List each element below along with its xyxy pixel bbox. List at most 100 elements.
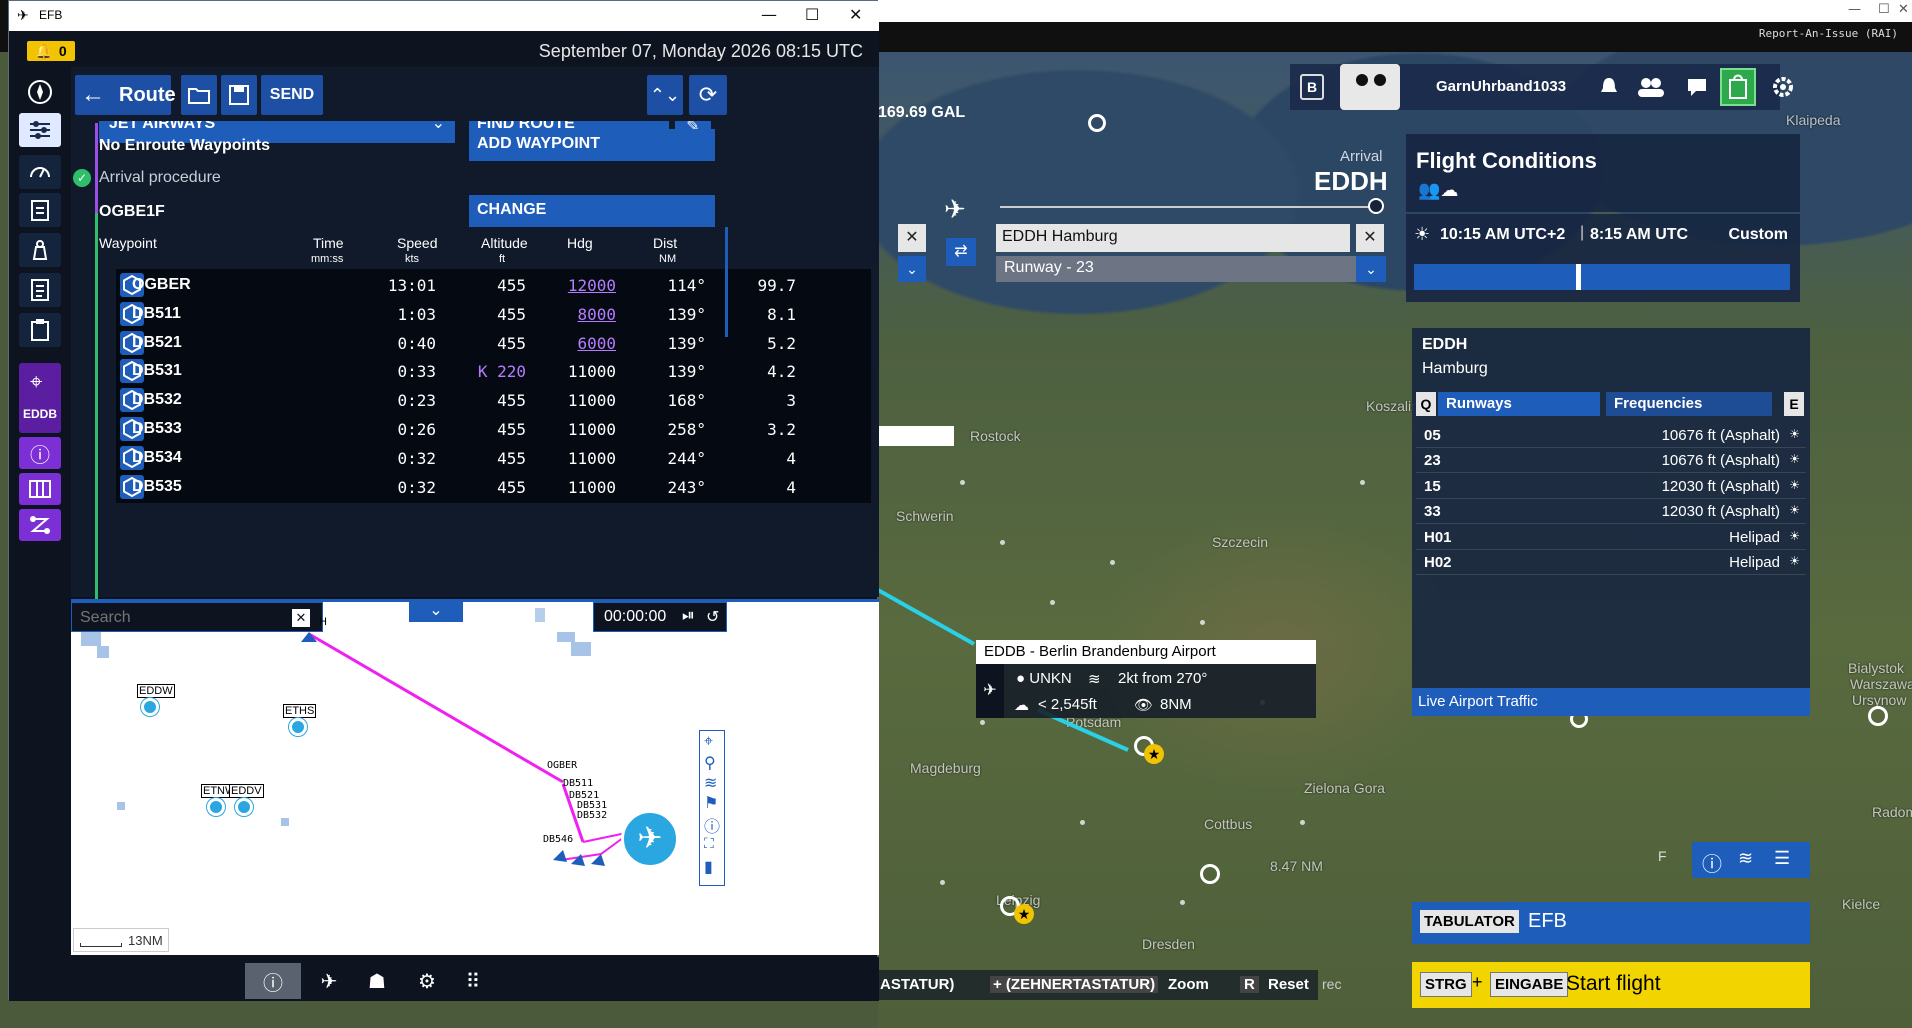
key-e[interactable]: E bbox=[1784, 392, 1804, 416]
map-route-svg bbox=[81, 608, 632, 866]
chart-icon[interactable]: ▮ bbox=[704, 857, 713, 877]
airport-marker-icon[interactable] bbox=[1088, 114, 1106, 132]
table-row[interactable]: DB531 0:33 K 220 11000 139° 4.2 bbox=[116, 355, 871, 388]
route-icon[interactable]: ⚲ bbox=[704, 753, 716, 773]
alert-badge[interactable]: 🔔 0 bbox=[27, 41, 75, 61]
chevron-down-icon[interactable]: ⌄ bbox=[1356, 256, 1386, 282]
map-search-input[interactable] bbox=[80, 607, 280, 629]
airport-marker-icon[interactable] bbox=[141, 698, 159, 716]
chevron-down-icon[interactable]: ⌄ bbox=[409, 602, 463, 622]
shop-icon[interactable] bbox=[1720, 68, 1756, 106]
table-scrollbar[interactable] bbox=[725, 227, 728, 337]
close-icon[interactable]: ✕ bbox=[849, 5, 862, 24]
runway-row[interactable]: 15 12030 ft (Asphalt) ☀ bbox=[1416, 475, 1806, 499]
airport-marker-icon[interactable] bbox=[1868, 706, 1888, 726]
settings-lines-icon[interactable]: ☰ bbox=[1774, 848, 1790, 869]
pin-icon[interactable]: ⚑ bbox=[704, 793, 718, 813]
tab-frequencies-label: Frequencies bbox=[1614, 395, 1703, 412]
clear-search-icon[interactable]: ✕ bbox=[292, 609, 310, 627]
back-button[interactable]: ← Route bbox=[75, 75, 176, 115]
sidebar-item-eddb[interactable]: ⌖ EDDB bbox=[19, 363, 61, 433]
start-flight-button[interactable]: STRG + EINGABE Start flight bbox=[1412, 962, 1810, 1008]
info-icon[interactable]: ⓘ bbox=[245, 963, 301, 999]
clipboard-icon[interactable] bbox=[19, 313, 61, 347]
runway-row[interactable]: 33 12030 ft (Asphalt) ☀ bbox=[1416, 500, 1806, 525]
gauge-icon[interactable] bbox=[19, 155, 61, 189]
layers-icon[interactable]: ≋ bbox=[704, 773, 717, 793]
badge-b[interactable]: B bbox=[1300, 74, 1324, 100]
airport-marker-icon[interactable] bbox=[289, 718, 307, 736]
table-row[interactable]: OGBER 13:01 455 12000 114° 99.7 bbox=[116, 269, 871, 301]
map-icon[interactable] bbox=[19, 473, 61, 505]
clear-arrival-icon[interactable]: ✕ bbox=[1356, 224, 1384, 252]
layers-icon[interactable]: ≋ bbox=[1738, 848, 1753, 869]
compass-icon[interactable] bbox=[19, 75, 61, 109]
checklist-icon[interactable] bbox=[19, 193, 61, 227]
map-search-box[interactable]: ✕ bbox=[71, 602, 323, 632]
aircraft-icon[interactable]: ✈ bbox=[621, 810, 679, 868]
expand-icon[interactable]: ⛶ bbox=[704, 835, 714, 852]
runway-row[interactable]: 23 10676 ft (Asphalt) ☀ bbox=[1416, 449, 1806, 474]
table-row[interactable]: DB535 0:32 455 11000 243° 4 bbox=[116, 470, 871, 503]
folder-icon[interactable] bbox=[181, 75, 217, 115]
airport-tooltip-title[interactable]: EDDB - Berlin Brandenburg Airport bbox=[976, 640, 1316, 664]
save-icon[interactable] bbox=[221, 75, 257, 115]
sim-maximize-icon[interactable]: ☐ bbox=[1878, 2, 1890, 17]
route-nodes-icon[interactable] bbox=[19, 509, 61, 541]
add-waypoint-button[interactable]: ADD WAYPOINT bbox=[469, 129, 715, 161]
tabulator-efb-button[interactable]: TABULATOR EFB bbox=[1412, 902, 1810, 944]
table-row[interactable]: DB521 0:40 455 6000 139° 5.2 bbox=[116, 326, 871, 359]
chevron-down-icon[interactable]: ⌄ bbox=[898, 256, 926, 282]
timer-box[interactable]: 00:00:00 ⏯ ↺ bbox=[593, 602, 727, 632]
clear-departure-icon[interactable]: ✕ bbox=[898, 224, 926, 252]
runway-row[interactable]: 05 10676 ft (Asphalt) ☀ bbox=[1416, 424, 1806, 448]
apps-grid-icon[interactable]: ⠿ bbox=[445, 963, 501, 999]
arrival-airport-field[interactable]: EDDH Hamburg bbox=[996, 224, 1350, 252]
refresh-icon[interactable]: ⟳ bbox=[689, 75, 727, 115]
bell-icon[interactable] bbox=[1594, 72, 1624, 102]
airport-marker-icon[interactable] bbox=[1200, 864, 1220, 884]
sliders-icon[interactable] bbox=[19, 113, 61, 147]
time-slider[interactable] bbox=[1414, 264, 1790, 290]
maximize-icon[interactable]: ☐ bbox=[805, 5, 819, 24]
sun-icon: ☀ bbox=[1414, 224, 1431, 244]
efb-map[interactable]: ✕ H ⌄ 00:00:00 ⏯ ↺ EDDW ETHS ETNW EDDV O… bbox=[71, 599, 879, 955]
sim-close-icon[interactable]: ✕ bbox=[1898, 2, 1909, 17]
send-button[interactable]: SEND bbox=[261, 75, 323, 115]
table-row[interactable]: DB533 0:26 455 11000 258° 3.2 bbox=[116, 413, 871, 445]
info-icon[interactable]: ⓘ bbox=[1702, 848, 1722, 877]
airport-marker-icon[interactable] bbox=[207, 798, 225, 816]
minimize-icon[interactable]: — bbox=[761, 5, 777, 24]
runway-row[interactable]: H02 Helipad ☀ bbox=[1416, 551, 1806, 575]
document-icon[interactable] bbox=[19, 273, 61, 307]
sim-minimize-icon[interactable]: — bbox=[1848, 2, 1861, 17]
play-pause-icon[interactable]: ⏯ bbox=[682, 607, 695, 625]
info-icon[interactable]: ⓘ bbox=[704, 813, 720, 837]
tab-runways[interactable]: Runways bbox=[1438, 392, 1600, 416]
friends-icon[interactable] bbox=[1636, 72, 1666, 102]
pilot-icon[interactable]: ☗ bbox=[349, 963, 405, 999]
weight-icon[interactable] bbox=[19, 233, 61, 267]
report-issue-link[interactable]: Report-An-Issue (RAI) bbox=[1759, 27, 1898, 40]
gear-icon[interactable] bbox=[1768, 72, 1798, 102]
runway-row[interactable]: H01 Helipad ☀ bbox=[1416, 526, 1806, 550]
table-row[interactable]: DB532 0:23 455 11000 168° 3 bbox=[116, 384, 871, 417]
runway-select[interactable]: Runway - 23 bbox=[996, 256, 1386, 282]
swap-icon[interactable]: ⇄ bbox=[946, 238, 976, 266]
change-button[interactable]: CHANGE bbox=[469, 195, 715, 227]
live-traffic-button[interactable]: Live Airport Traffic bbox=[1412, 688, 1810, 716]
info-icon[interactable]: ⓘ bbox=[19, 437, 61, 469]
key-q[interactable]: Q bbox=[1416, 392, 1436, 416]
collapse-icon[interactable]: ⌃⌄ bbox=[647, 75, 683, 115]
crosshair-icon[interactable]: ⌖ bbox=[704, 733, 713, 751]
tab-frequencies[interactable]: Frequencies bbox=[1606, 392, 1772, 416]
chat-icon[interactable] bbox=[1682, 72, 1712, 102]
airport-marker-icon[interactable] bbox=[235, 798, 253, 816]
time-slider-thumb[interactable] bbox=[1576, 264, 1581, 290]
reset-icon[interactable]: ↺ bbox=[706, 607, 719, 627]
table-row[interactable]: DB511 1:03 455 8000 139° 8.1 bbox=[116, 297, 871, 330]
flight-conditions-header[interactable]: Flight Conditions 👥☁ bbox=[1406, 134, 1800, 212]
table-row[interactable]: DB534 0:32 455 11000 244° 4 bbox=[116, 441, 871, 474]
custom-label[interactable]: Custom bbox=[1728, 226, 1788, 244]
avatar[interactable] bbox=[1340, 64, 1400, 110]
